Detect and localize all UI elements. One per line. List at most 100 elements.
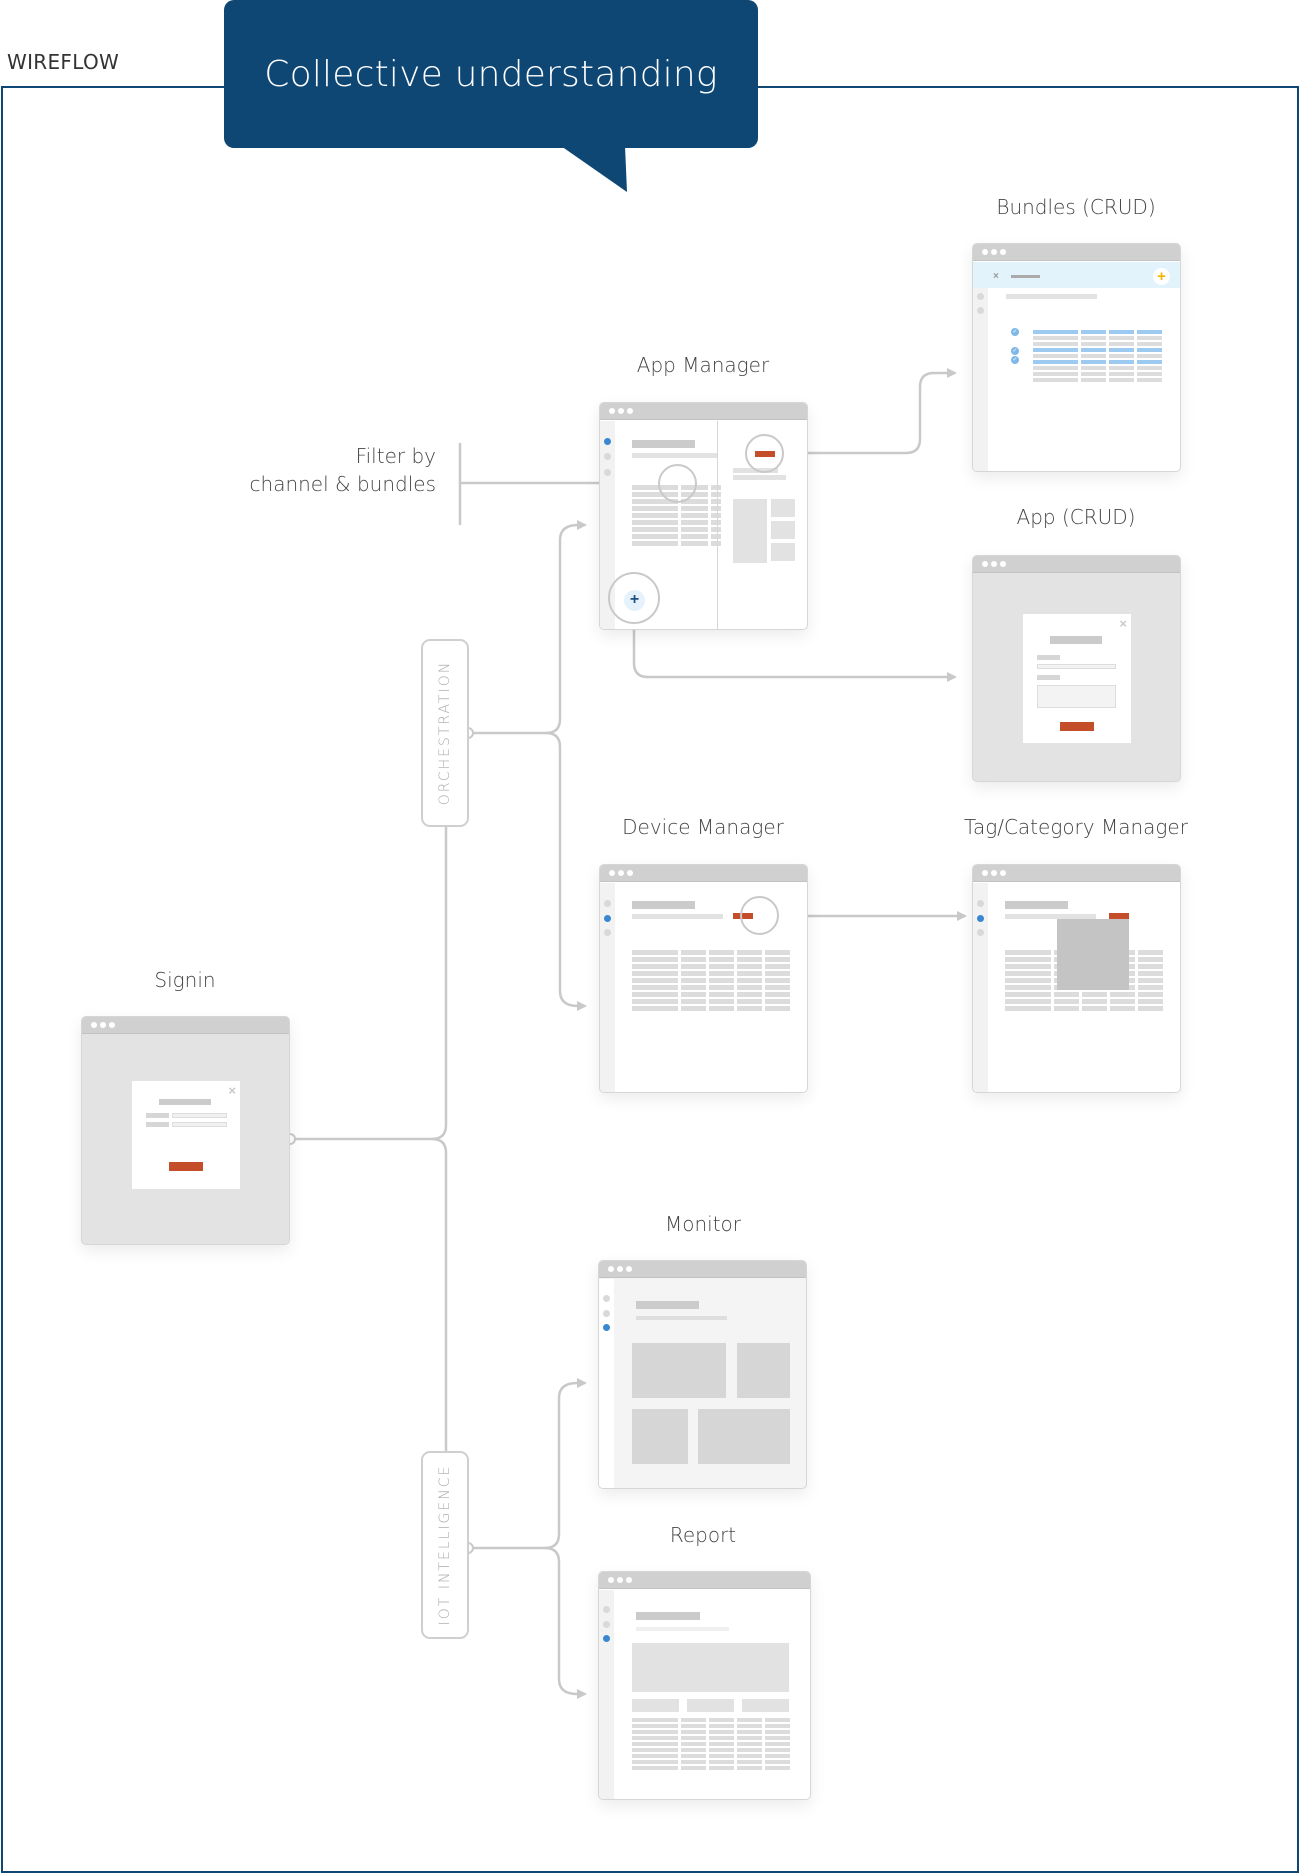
table-cell — [1138, 964, 1163, 969]
nav-dot[interactable] — [977, 900, 984, 907]
window-titlebar — [600, 403, 807, 420]
table-cell — [681, 978, 706, 983]
table-cell — [1005, 964, 1051, 969]
table-cell — [1005, 971, 1051, 976]
screen-report[interactable] — [598, 1571, 811, 1800]
nav-dot[interactable] — [977, 293, 984, 300]
table-cell — [632, 506, 678, 511]
table-cell — [1109, 342, 1134, 346]
close-icon[interactable]: × — [1119, 617, 1127, 630]
window-dots-icon — [608, 1266, 632, 1272]
modal-heading — [159, 1099, 211, 1105]
nav-dot[interactable] — [603, 1621, 610, 1628]
nav-dot-active[interactable] — [603, 1635, 610, 1642]
window-dots-icon — [982, 870, 1006, 876]
table-cell — [737, 971, 762, 976]
table-cell — [711, 499, 721, 504]
screen-app-crud[interactable]: × — [972, 555, 1181, 782]
save-button[interactable] — [1060, 722, 1094, 731]
table-cell — [1033, 342, 1078, 346]
nav-dot[interactable] — [604, 929, 611, 936]
table-cell — [765, 1724, 790, 1728]
table-cell — [711, 492, 721, 497]
check-icon[interactable]: ✓ — [1011, 347, 1019, 355]
page-heading — [1005, 901, 1068, 909]
group-orchestration[interactable]: ORCHESTRATION — [421, 639, 469, 827]
add-bundle-button[interactable]: + — [1153, 268, 1170, 285]
password-field[interactable] — [172, 1122, 227, 1127]
table-cell — [709, 1754, 734, 1758]
table-cell — [632, 520, 678, 525]
check-icon[interactable]: ✓ — [1011, 356, 1019, 364]
nav-dot[interactable] — [977, 307, 984, 314]
nav-dot[interactable] — [604, 453, 611, 460]
filter-annotation: Filter by channel & bundles — [236, 442, 436, 498]
table-cell — [765, 950, 790, 955]
nav-dot[interactable] — [977, 929, 984, 936]
table-cell — [1138, 957, 1163, 962]
detail-line — [733, 475, 786, 480]
table-cell — [632, 985, 678, 990]
screen-device-manager[interactable] — [599, 864, 808, 1093]
table-cell — [737, 1718, 762, 1722]
table-cell — [1109, 360, 1134, 364]
table-cell — [737, 1760, 762, 1764]
table-cell — [737, 1742, 762, 1746]
table-cell — [711, 506, 721, 511]
group-iot-intelligence[interactable]: IOT INTELLIGENCE — [421, 1451, 469, 1639]
description-field[interactable] — [1037, 685, 1116, 708]
table-cell — [681, 1760, 706, 1764]
table-cell — [632, 1736, 678, 1740]
nav-dot[interactable] — [603, 1310, 610, 1317]
screen-bundles[interactable]: × + ✓ ✓ ✓ — [972, 243, 1181, 472]
page-heading — [632, 440, 695, 448]
screen-title-signin: Signin — [154, 968, 216, 992]
table-cell — [1138, 999, 1163, 1004]
nav-dot-active[interactable] — [604, 438, 611, 445]
nav-dot[interactable] — [604, 900, 611, 907]
table-cell — [737, 1748, 762, 1752]
name-field[interactable] — [1037, 664, 1116, 669]
screen-title-monitor: Monitor — [664, 1212, 742, 1236]
table-cell — [709, 992, 734, 997]
table-cell — [1033, 378, 1078, 382]
report-stat — [742, 1699, 789, 1712]
table-cell — [711, 485, 721, 490]
table-cell — [765, 1760, 790, 1764]
table-cell — [632, 534, 678, 539]
table-cell — [681, 1006, 706, 1011]
table-cell — [1082, 1006, 1107, 1011]
toolbar-title — [1011, 275, 1040, 278]
nav-dot[interactable] — [603, 1606, 610, 1613]
table-cell — [765, 971, 790, 976]
table-cell — [1081, 366, 1106, 370]
page-heading — [636, 1301, 699, 1309]
screen-monitor[interactable] — [598, 1260, 807, 1489]
nav-dot-active[interactable] — [603, 1324, 610, 1331]
report-stat — [687, 1699, 734, 1712]
username-field[interactable] — [172, 1113, 227, 1118]
table-cell — [632, 999, 678, 1004]
table-cell — [1110, 992, 1135, 997]
add-highlight — [608, 572, 660, 624]
nav-dot[interactable] — [603, 1295, 610, 1302]
detail-block — [771, 543, 795, 561]
detail-block — [733, 499, 767, 563]
signin-button[interactable] — [169, 1162, 203, 1171]
nav-dot-active[interactable] — [604, 915, 611, 922]
screen-tag-manager[interactable] — [972, 864, 1181, 1093]
nav-dot[interactable] — [604, 469, 611, 476]
table-cell — [711, 520, 721, 525]
close-icon[interactable]: × — [228, 1084, 236, 1097]
table-cell — [1033, 348, 1078, 352]
detail-block — [771, 521, 795, 539]
screen-signin[interactable]: × — [81, 1016, 290, 1245]
table-cell — [1109, 336, 1134, 340]
window-titlebar — [973, 244, 1180, 261]
close-icon[interactable]: × — [993, 272, 999, 282]
callout-bubble: Collective understanding — [224, 0, 758, 148]
check-icon[interactable]: ✓ — [1011, 328, 1019, 336]
window-titlebar — [973, 556, 1180, 573]
table-cell — [765, 992, 790, 997]
nav-dot-active[interactable] — [977, 915, 984, 922]
